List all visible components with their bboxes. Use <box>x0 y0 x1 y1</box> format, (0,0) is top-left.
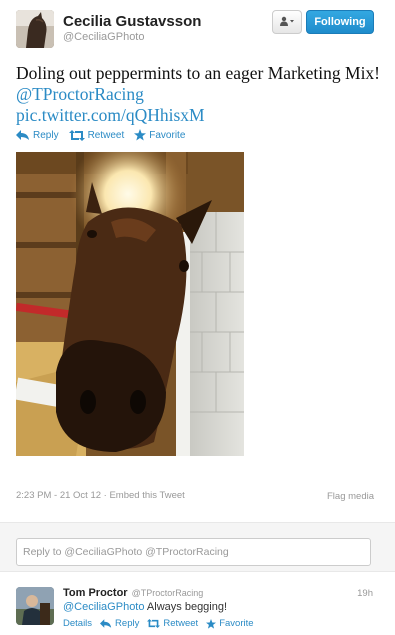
tweet-timestamp[interactable]: 2:23 PM - 21 Oct 12 <box>16 490 101 501</box>
reply-details-action[interactable]: Details <box>63 618 92 629</box>
following-button[interactable]: Following <box>306 10 374 34</box>
retweet-icon <box>68 129 85 141</box>
reply-arrow-icon <box>100 619 112 628</box>
reply-display-name: Tom Proctor <box>63 587 128 599</box>
author-display-name[interactable]: Cecilia Gustavsson <box>63 13 201 30</box>
tweet-text: Doling out peppermints to an eager Marke… <box>16 63 381 126</box>
user-actions-button[interactable] <box>272 10 302 34</box>
flag-media-link[interactable]: Flag media <box>327 491 374 502</box>
tweet-media-link[interactable]: pic.twitter.com/qQHhisxM <box>16 105 205 125</box>
reply-favorite-action[interactable]: Favorite <box>206 618 254 629</box>
reply-reply-action[interactable]: Reply <box>100 618 139 629</box>
tweet-header: Cecilia Gustavsson @CeciliaGPhoto Follow… <box>0 0 395 60</box>
tweet-mention-link[interactable]: @TProctorRacing <box>16 84 144 104</box>
reply-tweet: Tom Proctor @TProctorRacing 19h @CeciliaG… <box>0 578 395 635</box>
star-icon <box>206 618 217 629</box>
retweet-icon <box>147 619 161 628</box>
reply-label: Reply <box>33 129 59 141</box>
favorite-label: Favorite <box>149 129 186 141</box>
reply-tweet-actions: Details Reply Retweet Favorite <box>63 618 254 629</box>
reply-action[interactable]: Reply <box>16 130 59 141</box>
reply-retweet-action[interactable]: Retweet <box>147 618 198 629</box>
reply-arrow-icon <box>16 130 30 140</box>
retweet-label: Retweet <box>87 129 125 141</box>
details-label: Details <box>63 618 93 629</box>
favorite-action[interactable]: Favorite <box>134 129 185 141</box>
reply-text-body: Always begging! <box>144 601 228 613</box>
retweet-action[interactable]: Retweet <box>68 129 125 141</box>
reply-mention-link[interactable]: @CeciliaGPhoto <box>63 601 144 613</box>
user-dropdown-icon <box>280 13 294 31</box>
reply-input[interactable]: Reply to @CeciliaGPhoto @TProctorRacing <box>16 538 371 566</box>
reply-screen-name: @TProctorRacing <box>131 588 204 598</box>
reply-favorite-label: Favorite <box>219 618 254 629</box>
reply-author-avatar[interactable] <box>16 587 54 625</box>
author-screen-name[interactable]: @CeciliaGPhoto <box>63 31 144 43</box>
reply-text: @CeciliaGPhoto Always begging! <box>63 601 227 613</box>
star-icon <box>134 129 147 141</box>
reply-timestamp[interactable]: 19h <box>357 588 373 599</box>
reply-retweet-label: Retweet <box>163 618 199 629</box>
author-avatar[interactable] <box>16 10 54 48</box>
reply-box-area: Reply to @CeciliaGPhoto @TProctorRacing <box>0 522 395 572</box>
tweet-text-body: Doling out peppermints to an eager Marke… <box>16 63 381 83</box>
embed-tweet-link[interactable]: Embed this Tweet <box>109 490 184 501</box>
tweet-meta: 2:23 PM - 21 Oct 12 · Embed this Tweet <box>16 490 185 501</box>
tweet-actions: Reply Retweet Favorite <box>16 129 185 141</box>
reply-reply-label: Reply <box>115 618 140 629</box>
tweet-photo[interactable] <box>16 152 244 456</box>
reply-author-name[interactable]: Tom Proctor @TProctorRacing <box>63 587 203 599</box>
